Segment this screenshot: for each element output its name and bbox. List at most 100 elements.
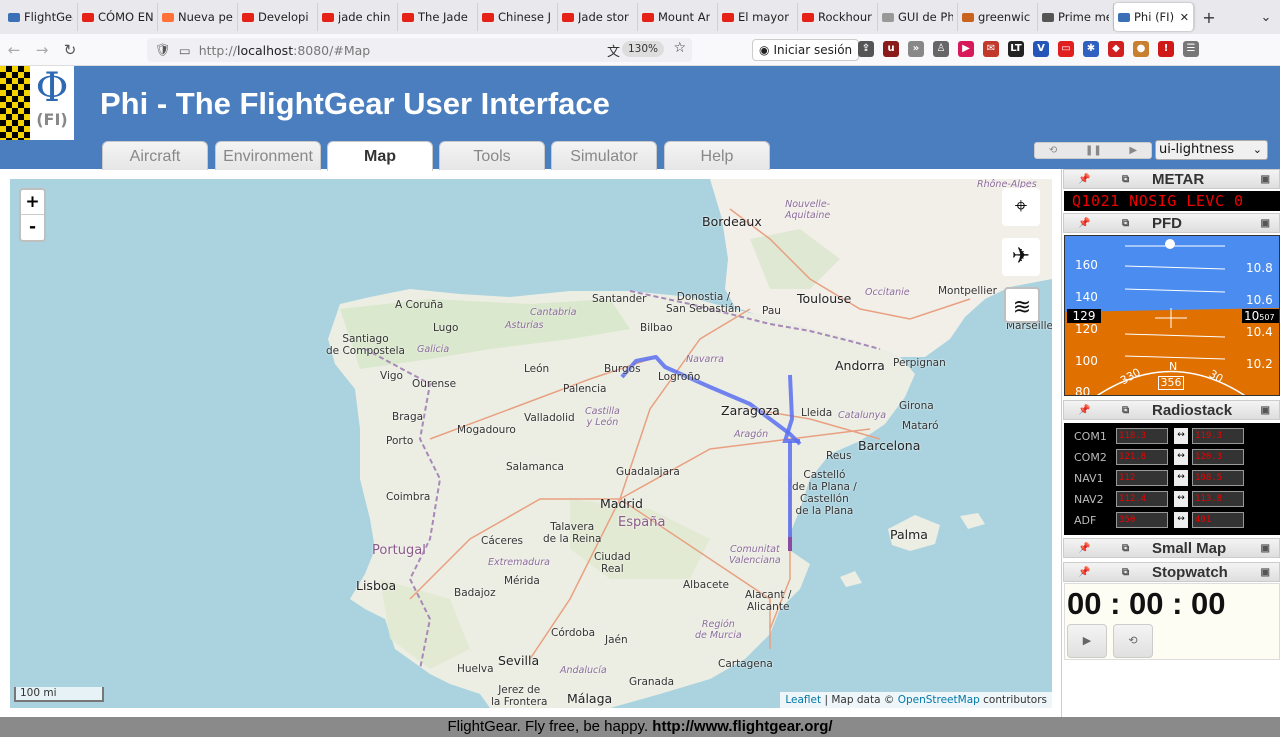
megaphone-icon[interactable]: ✉ (983, 41, 999, 57)
browser-tab[interactable]: Nueva pe (158, 3, 238, 31)
browser-tab[interactable]: FlightGea (4, 3, 78, 31)
url-bar[interactable]: 🛡 ▭ http://localhost:8080/#Map ⽂ 130% ☆ (147, 38, 692, 62)
reset-icon[interactable]: ⟲ (1049, 145, 1057, 156)
com2-active[interactable]: 121.8 (1116, 449, 1168, 465)
osm-link[interactable]: OpenStreetMap (898, 694, 980, 706)
cookie-icon[interactable]: ● (1133, 41, 1149, 57)
theme-select[interactable]: ui-lightness ⌄ (1155, 140, 1268, 160)
red-extension-icon[interactable]: ◆ (1108, 41, 1124, 57)
reload-icon[interactable]: ↻ (56, 41, 84, 59)
translate-icon[interactable]: ⽂ (607, 41, 620, 60)
city-label: Toulouse (797, 291, 852, 306)
map-view[interactable]: Bordeaux Nouvelle- Aquitaine Toulouse Oc… (10, 179, 1052, 708)
leaflet-link[interactable]: Leaflet (785, 694, 821, 706)
browser-tab[interactable]: Phi (FI) ✕ (1114, 3, 1194, 31)
com1-active[interactable]: 118.3 (1116, 428, 1168, 444)
browser-tab[interactable]: Developi (238, 3, 318, 31)
tab-map[interactable]: Map (327, 141, 433, 171)
tab-environment[interactable]: Environment (215, 141, 321, 170)
person-extension-icon[interactable]: ♙ (933, 41, 949, 57)
tab-simulator[interactable]: Simulator (551, 141, 657, 170)
close-icon[interactable]: ▣ (1261, 214, 1270, 233)
region-label: Andalucía (560, 665, 607, 676)
browser-tab[interactable]: jade chin (318, 3, 398, 31)
adf-active[interactable]: 350 (1116, 512, 1168, 528)
stopwatch-panel-header[interactable]: 📌 ⧉ Stopwatch ▣ (1063, 562, 1280, 582)
com1-standby[interactable]: 119.3 (1192, 428, 1244, 444)
metar-panel-header[interactable]: 📌 ⧉ METAR ▣ (1063, 169, 1280, 189)
radiostack-panel-header[interactable]: 📌 ⧉ Radiostack ▣ (1063, 400, 1280, 420)
pin-icon[interactable]: 📌 (1078, 401, 1090, 420)
nav1-standby[interactable]: 108.5 (1192, 470, 1244, 486)
arrow-extension-icon[interactable]: » (908, 41, 924, 57)
zoom-in-button[interactable]: + (21, 190, 44, 215)
forward-icon[interactable]: → (28, 41, 56, 59)
close-tab-icon[interactable]: ✕ (1180, 11, 1189, 24)
pin-extension-icon[interactable]: ! (1158, 41, 1174, 57)
pin-icon[interactable]: 📌 (1078, 539, 1090, 558)
share-icon[interactable]: ⇪ (858, 41, 874, 57)
close-icon[interactable]: ▣ (1261, 401, 1270, 420)
stopwatch-start-button[interactable]: ▶ (1067, 624, 1107, 658)
window-icon[interactable]: ⧉ (1122, 170, 1129, 189)
window-icon[interactable]: ⧉ (1122, 214, 1129, 233)
browser-tab[interactable]: Jade stor (558, 3, 638, 31)
video-extension-icon[interactable]: ▭ (1058, 41, 1074, 57)
browser-tab[interactable]: Rockhour (798, 3, 878, 31)
close-icon[interactable]: ▣ (1261, 563, 1270, 582)
close-icon[interactable]: ▣ (1261, 539, 1270, 558)
tab-tools[interactable]: Tools (439, 141, 545, 170)
v-extension-icon[interactable]: V (1033, 41, 1049, 57)
window-icon[interactable]: ⧉ (1122, 401, 1129, 420)
adf-standby[interactable]: 401 (1192, 512, 1244, 528)
browser-tab[interactable]: Chinese J (478, 3, 558, 31)
aircraft-follow-icon[interactable]: ✈ (1002, 238, 1040, 276)
extensions-menu-icon[interactable]: ☰ (1183, 41, 1199, 57)
browser-tab[interactable]: The Jade (398, 3, 478, 31)
stopwatch-reset-button[interactable]: ⟲ (1113, 624, 1153, 658)
zoom-out-button[interactable]: - (21, 215, 44, 240)
swap-button[interactable]: ↔ (1174, 449, 1188, 465)
swap-button[interactable]: ↔ (1174, 491, 1188, 507)
new-tab-button[interactable]: + (1194, 8, 1224, 27)
browser-tab[interactable]: GUI de Phot (878, 3, 958, 31)
browser-tab[interactable]: CÓMO EN (78, 3, 158, 31)
play-extension-icon[interactable]: ▶ (958, 41, 974, 57)
city-label: Burgos (604, 363, 641, 375)
browser-tab[interactable]: Prime me (1038, 3, 1114, 31)
puzzle-extension-icon[interactable]: ✱ (1083, 41, 1099, 57)
com2-standby[interactable]: 120.3 (1192, 449, 1244, 465)
browser-tab[interactable]: greenwic (958, 3, 1038, 31)
swap-button[interactable]: ↔ (1174, 470, 1188, 486)
zoom-badge[interactable]: 130% (621, 41, 664, 57)
tab-aircraft[interactable]: Aircraft (102, 141, 208, 170)
pause-icon[interactable]: ❚❚ (1085, 145, 1102, 156)
nav2-active[interactable]: 112.4 (1116, 491, 1168, 507)
smallmap-panel-header[interactable]: 📌 ⧉ Small Map ▣ (1063, 538, 1280, 558)
pin-icon[interactable]: 📌 (1078, 214, 1090, 233)
pin-icon[interactable]: 📌 (1078, 563, 1090, 582)
signin-button[interactable]: ◉ Iniciar sesión (752, 39, 860, 61)
swap-button[interactable]: ↔ (1174, 512, 1188, 528)
ublock-icon[interactable]: u (883, 41, 899, 57)
close-icon[interactable]: ▣ (1261, 170, 1270, 189)
tab-list-icon[interactable]: ⌄ (1252, 10, 1280, 25)
tab-help[interactable]: Help (664, 141, 770, 170)
shield-icon[interactable]: 🛡 (155, 42, 171, 58)
nav1-active[interactable]: 112 (1116, 470, 1168, 486)
window-icon[interactable]: ⧉ (1122, 563, 1129, 582)
play-icon[interactable]: ▶ (1129, 145, 1137, 156)
window-icon[interactable]: ⧉ (1122, 539, 1129, 558)
pfd-panel-header[interactable]: 📌 ⧉ PFD ▣ (1063, 213, 1280, 233)
swap-button[interactable]: ↔ (1174, 428, 1188, 444)
nav2-standby[interactable]: 113.8 (1192, 491, 1244, 507)
layers-icon[interactable]: ≋ (1004, 287, 1040, 323)
location-pin-icon[interactable]: ⌖ (1002, 188, 1040, 226)
browser-tab[interactable]: Mount Ar (638, 3, 718, 31)
flightgear-link[interactable]: http://www.flightgear.org/ (652, 718, 832, 735)
back-icon[interactable]: ← (0, 41, 28, 59)
lt-extension-icon[interactable]: LT (1008, 41, 1024, 57)
browser-tab[interactable]: El mayor (718, 3, 798, 31)
pin-icon[interactable]: 📌 (1078, 170, 1090, 189)
bookmark-star-icon[interactable]: ☆ (673, 40, 686, 56)
